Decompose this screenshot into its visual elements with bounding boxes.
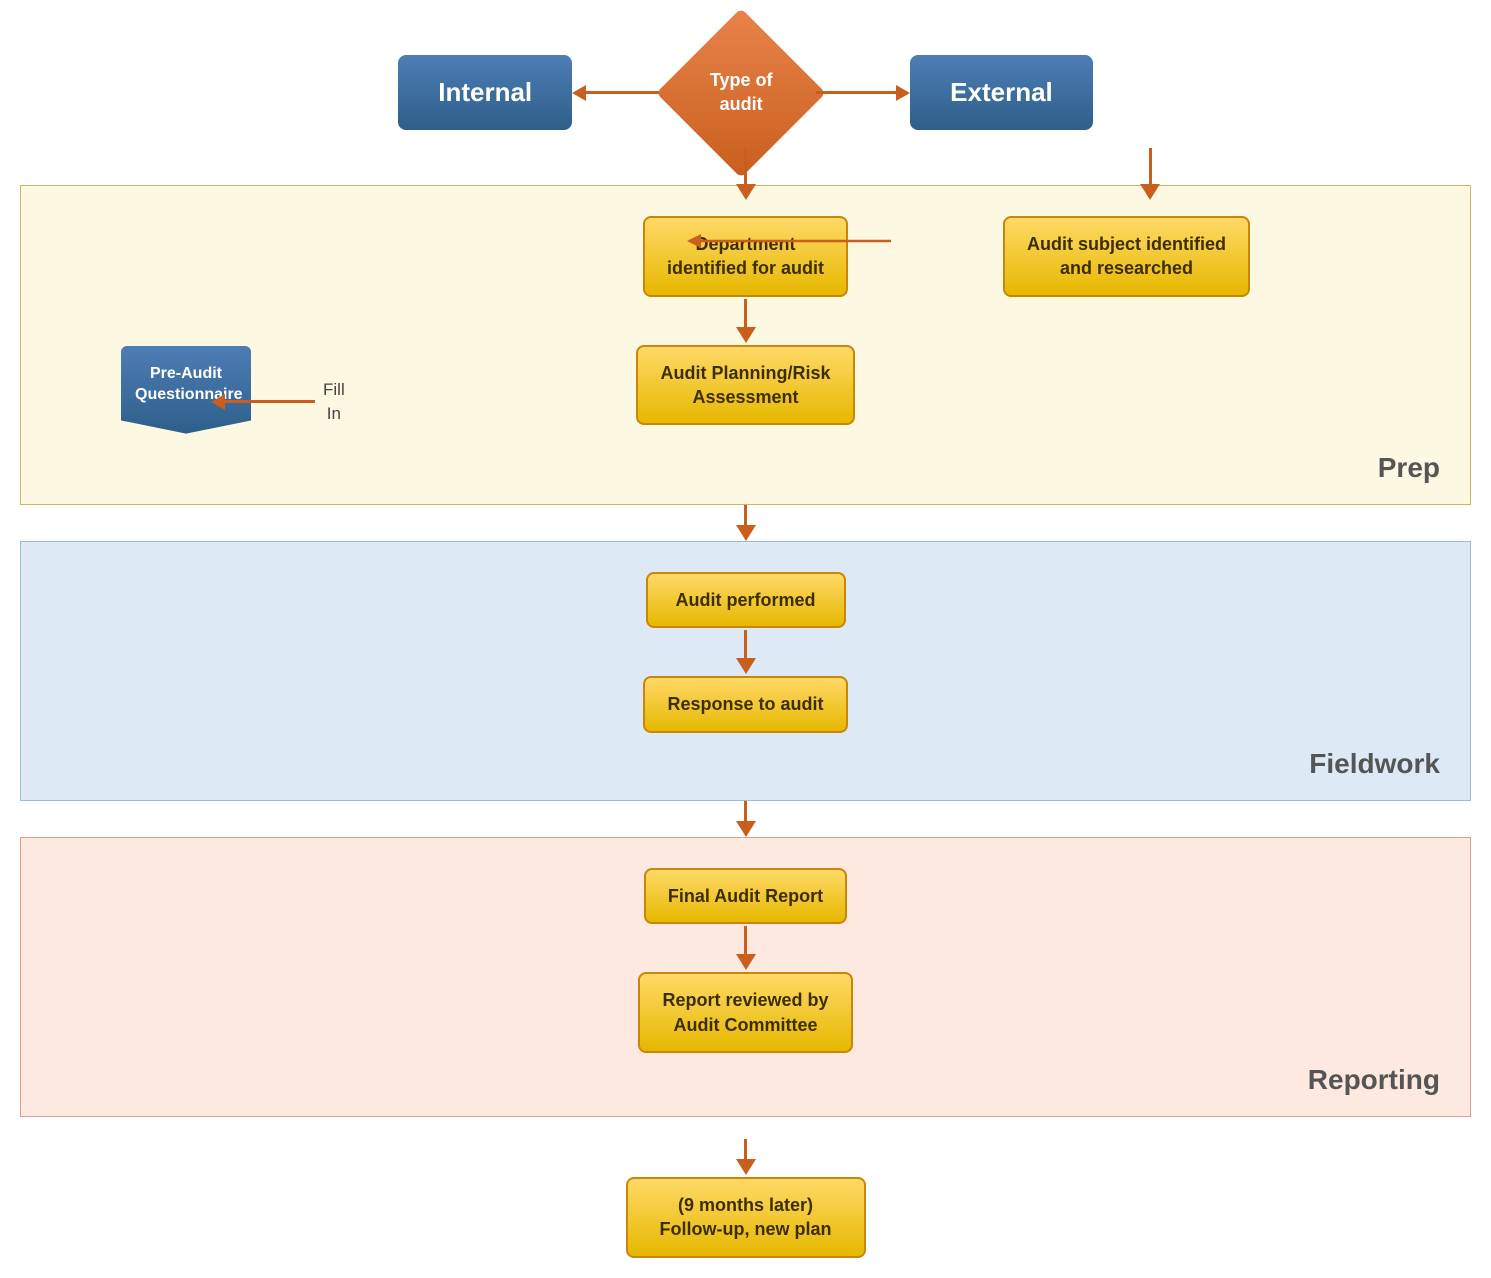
arrowhead-pfw	[736, 525, 756, 541]
audit-subject-box: Audit subject identified and researched	[1003, 216, 1250, 297]
arrow-line-top-left	[744, 148, 747, 184]
arrow-head-2	[736, 658, 756, 674]
internal-box: Internal	[398, 55, 572, 130]
fieldwork-section: Audit performed Response to audit Fieldw…	[20, 541, 1471, 801]
main-flow: Pre-Audit Questionnaire Department ident…	[0, 185, 1491, 1278]
arrowline-fwr	[744, 801, 747, 821]
arrow-head-1	[736, 327, 756, 343]
right-arrow-line	[816, 91, 896, 94]
arrow-prep-fieldwork	[20, 505, 1471, 541]
audit-performed-box: Audit performed	[646, 572, 846, 628]
diamond-wrapper: Type of audit	[666, 18, 816, 168]
down-arrow-4	[736, 1139, 756, 1175]
arrow-head-3	[736, 954, 756, 970]
fill-in-line	[225, 400, 315, 403]
followup-section: (9 months later) Follow-up, new plan	[20, 1117, 1471, 1278]
right-arrow	[816, 85, 910, 101]
left-arrow	[572, 85, 666, 101]
left-arrow-line	[586, 91, 666, 94]
arrow-head-top-left	[736, 184, 756, 200]
report-reviewed-box: Report reviewed by Audit Committee	[638, 972, 852, 1053]
arrow-line-2	[744, 630, 747, 658]
arrow-head-4	[736, 1159, 756, 1175]
fill-in-label: Fill In	[323, 378, 345, 426]
arrow-prep-fw	[736, 505, 756, 541]
arrow-fwr	[736, 801, 756, 837]
arrow-line-4	[744, 1139, 747, 1159]
planning-box: Audit Planning/Risk Assessment	[636, 345, 854, 426]
arrow-fw-reporting	[20, 801, 1471, 837]
arrowline-pfw	[744, 505, 747, 525]
fieldwork-inner: Audit performed Response to audit	[61, 572, 1430, 733]
diagram-wrapper: Internal Type of audit External	[0, 0, 1491, 1278]
prep-section: Pre-Audit Questionnaire Department ident…	[20, 185, 1471, 505]
left-arrowhead-icon	[572, 85, 586, 101]
down-arrow-3	[736, 926, 756, 970]
fill-in-arrowhead	[211, 394, 225, 410]
dept-identified-box: Department identified for audit	[643, 216, 848, 297]
arrow-head-top-right	[1140, 184, 1160, 200]
right-arrowhead-icon	[896, 85, 910, 101]
fill-in-area: Fill In	[211, 378, 353, 426]
response-to-audit-box: Response to audit	[643, 676, 847, 732]
arrow-line-top-right	[1149, 148, 1152, 184]
down-arrow-1	[736, 299, 756, 343]
arrowhead-fwr	[736, 821, 756, 837]
reporting-section: Final Audit Report Report reviewed by Au…	[20, 837, 1471, 1117]
top-arrow-left	[736, 148, 756, 200]
arrow-line-3	[744, 926, 747, 954]
followup-inner: (9 months later) Follow-up, new plan	[626, 1137, 866, 1258]
top-arrow-right	[1140, 148, 1160, 200]
reporting-label: Reporting	[1308, 1064, 1440, 1096]
external-box: External	[910, 55, 1093, 130]
fieldwork-label: Fieldwork	[1309, 748, 1440, 780]
followup-box: (9 months later) Follow-up, new plan	[626, 1177, 866, 1258]
audit-subject-area: Audit subject identified and researched	[1003, 216, 1250, 297]
down-arrow-2	[736, 630, 756, 674]
final-report-box: Final Audit Report	[644, 868, 847, 924]
arrow-line-1	[744, 299, 747, 327]
prep-label: Prep	[1378, 452, 1440, 484]
reporting-inner: Final Audit Report Report reviewed by Au…	[61, 868, 1430, 1053]
